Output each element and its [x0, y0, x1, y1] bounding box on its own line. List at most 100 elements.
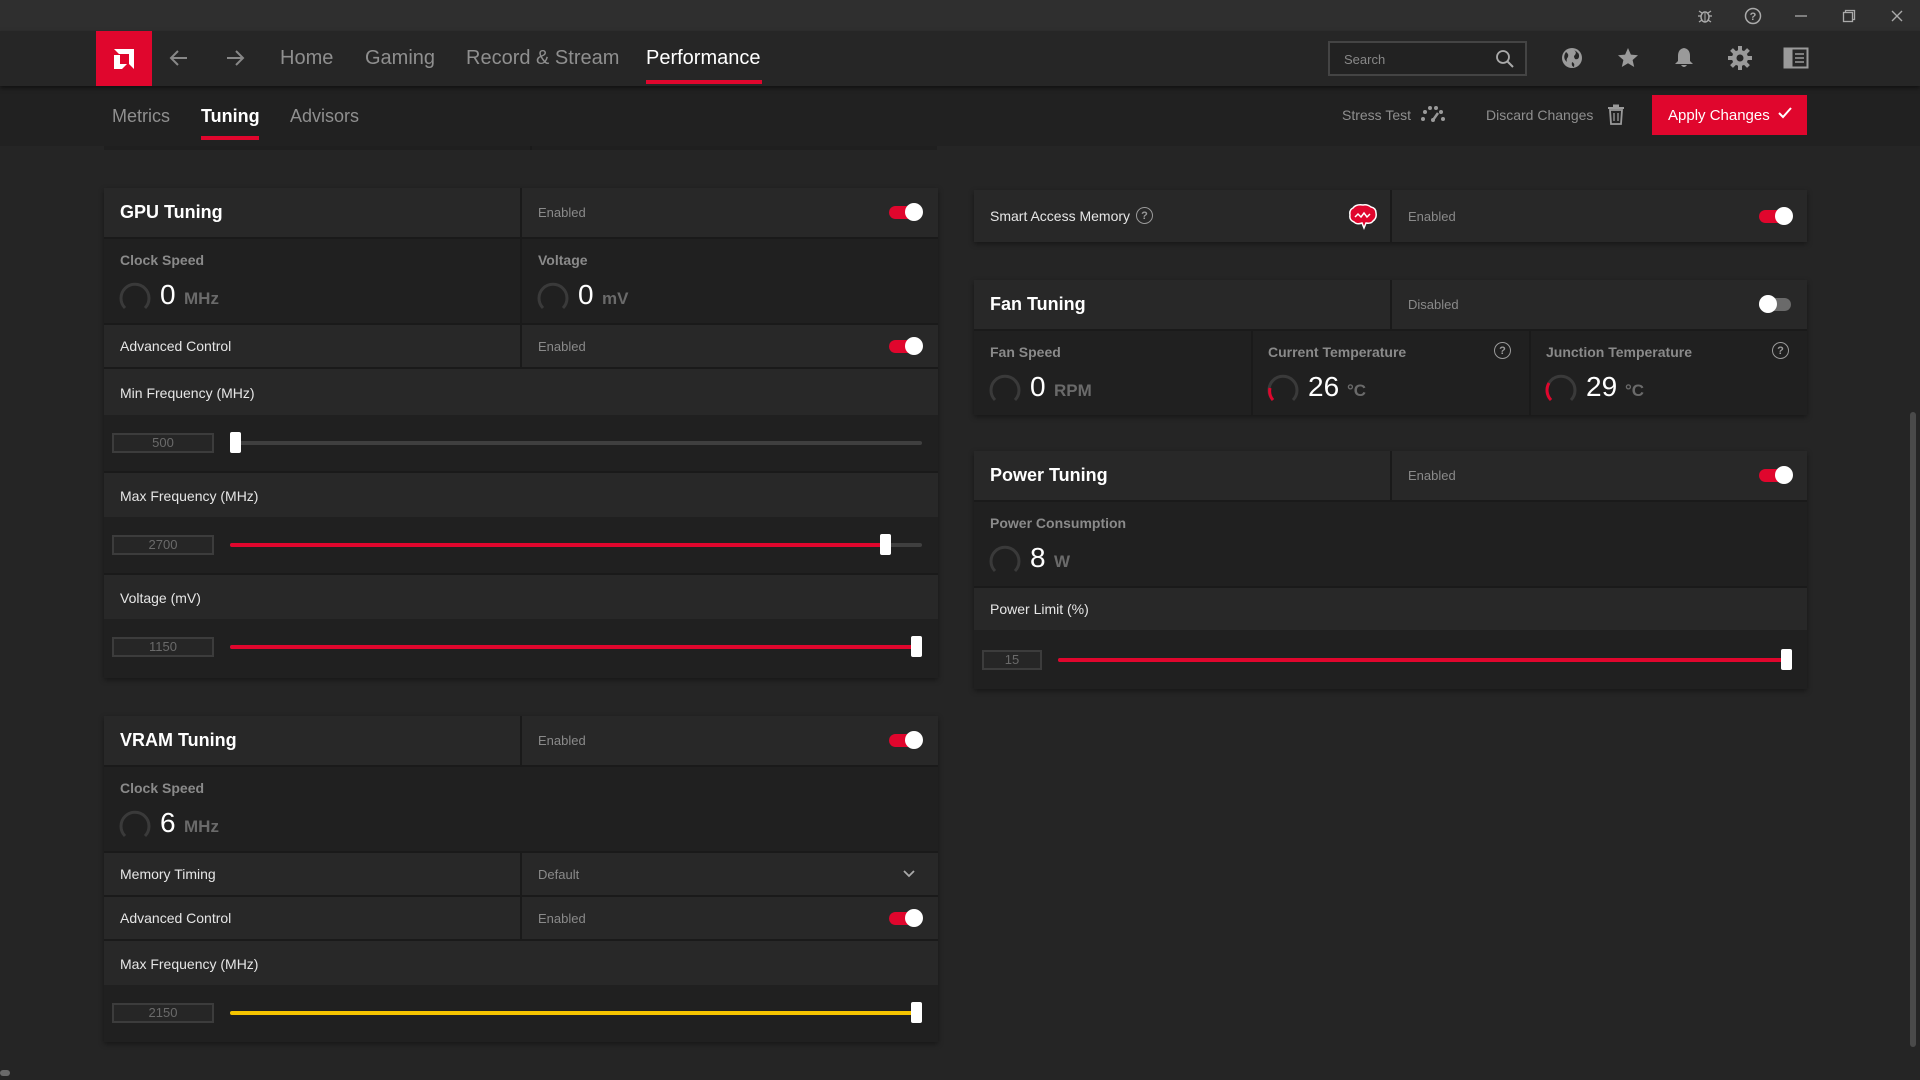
- power-limit-slider[interactable]: [1058, 649, 1792, 670]
- vram-clock-speed-label: Clock Speed: [120, 780, 205, 796]
- memory-timing-row: Memory Timing Default: [104, 853, 938, 895]
- horizontal-scrollbar-thumb[interactable]: [0, 1070, 10, 1076]
- gpu-tuning-state: Enabled: [538, 205, 586, 220]
- tab-active-indicator: [201, 136, 259, 140]
- power-tuning-state: Enabled: [1408, 468, 1456, 483]
- gpu-advanced-control-row: Advanced Control Enabled: [104, 325, 938, 367]
- vram-max-frequency-label-row: Max Frequency (MHz): [104, 941, 938, 985]
- gpu-clock-speed-unit: MHz: [184, 289, 219, 308]
- voltage-mv-input[interactable]: 1150: [112, 637, 214, 657]
- tab-tuning[interactable]: Tuning: [201, 106, 260, 127]
- smart-access-memory-help-icon[interactable]: ?: [1136, 207, 1153, 224]
- search-icon[interactable]: [1495, 49, 1515, 69]
- gpu-voltage-gauge-icon: [537, 282, 569, 310]
- slider-thumb[interactable]: [1781, 649, 1792, 670]
- current-temp-help-icon[interactable]: ?: [1494, 342, 1511, 359]
- main-nav-bar: Home Gaming Record & Stream Performance …: [0, 31, 1920, 86]
- vram-tuning-header: VRAM Tuning Enabled: [104, 716, 938, 765]
- close-icon[interactable]: [1886, 5, 1908, 27]
- max-frequency-input[interactable]: 2700: [112, 535, 214, 555]
- stress-test-button[interactable]: Stress Test: [1342, 107, 1411, 123]
- smart-access-memory-toggle[interactable]: [1759, 207, 1793, 225]
- discard-changes-button[interactable]: Discard Changes: [1486, 107, 1593, 123]
- column-divider: [520, 188, 522, 237]
- gpu-tuning-panel: GPU Tuning Enabled Clock Speed 0 MHz Vol…: [104, 188, 938, 678]
- help-icon[interactable]: ?: [1742, 5, 1764, 27]
- star-icon: [1618, 48, 1638, 67]
- tab-metrics[interactable]: Metrics: [112, 106, 170, 127]
- nav-record-stream[interactable]: Record & Stream: [466, 47, 619, 70]
- search-box[interactable]: Search: [1328, 41, 1527, 76]
- slider-thumb[interactable]: [230, 432, 241, 453]
- gpu-voltage-value: 0: [578, 279, 594, 310]
- vertical-scrollbar[interactable]: [1910, 412, 1916, 1047]
- vram-tuning-state: Enabled: [538, 733, 586, 748]
- gpu-advanced-control-toggle[interactable]: [889, 337, 923, 355]
- fan-speed-unit: RPM: [1054, 381, 1092, 400]
- min-frequency-input[interactable]: 500: [112, 433, 214, 453]
- slider-thumb[interactable]: [880, 534, 892, 555]
- settings-button[interactable]: [1726, 44, 1754, 72]
- column-divider: [1390, 190, 1392, 242]
- gpu-metrics-row: Clock Speed 0 MHz Voltage 0 mV: [104, 239, 938, 323]
- memory-timing-dropdown[interactable]: Default: [522, 853, 938, 895]
- apply-changes-button[interactable]: Apply Changes: [1652, 95, 1807, 135]
- fan-tuning-header: Fan Tuning Disabled: [974, 280, 1807, 329]
- search-input[interactable]: Search: [1344, 52, 1385, 67]
- amd-logo[interactable]: [96, 31, 152, 86]
- junction-temp-label: Junction Temperature: [1546, 344, 1692, 360]
- minimize-icon[interactable]: [1790, 5, 1812, 27]
- trash-icon[interactable]: [1607, 104, 1625, 125]
- slider-thumb[interactable]: [911, 1002, 922, 1023]
- junction-temp-help-icon[interactable]: ?: [1772, 342, 1789, 359]
- voltage-mv-slider[interactable]: [230, 636, 922, 657]
- nav-performance[interactable]: Performance: [646, 47, 761, 70]
- speedometer-icon[interactable]: [1420, 104, 1446, 124]
- globe-button[interactable]: [1558, 44, 1586, 72]
- back-button[interactable]: [166, 45, 192, 71]
- apply-changes-label: Apply Changes: [1668, 106, 1770, 124]
- previous-panel-divider: [530, 146, 532, 150]
- nav-home[interactable]: Home: [280, 47, 333, 70]
- power-tuning-panel: Power Tuning Enabled Power Consumption 8…: [974, 451, 1807, 689]
- gpu-clock-speed-label: Clock Speed: [120, 252, 205, 268]
- min-frequency-slider[interactable]: [230, 432, 922, 453]
- vram-max-frequency-control-row: 2150: [104, 985, 938, 1042]
- power-tuning-toggle[interactable]: [1759, 466, 1793, 484]
- voltage-label-row: Voltage (mV): [104, 575, 938, 619]
- sidebar-toggle-button[interactable]: [1782, 44, 1810, 72]
- power-limit-input[interactable]: 15: [982, 650, 1042, 670]
- vram-max-frequency-slider[interactable]: [230, 1002, 922, 1023]
- max-frequency-slider[interactable]: [230, 534, 922, 555]
- slider-thumb[interactable]: [911, 636, 922, 657]
- nav-gaming[interactable]: Gaming: [365, 47, 435, 70]
- gpu-tuning-toggle[interactable]: [889, 203, 923, 221]
- min-frequency-label-row: Min Frequency (MHz): [104, 369, 938, 415]
- bell-icon: [1675, 48, 1693, 67]
- voltage-mv-label: Voltage (mV): [120, 590, 201, 606]
- column-divider: [520, 716, 522, 765]
- junction-temp-gauge-icon: [1545, 374, 1577, 402]
- column-divider: [520, 897, 522, 939]
- vram-advanced-control-label: Advanced Control: [120, 910, 232, 926]
- tab-advisors[interactable]: Advisors: [290, 106, 359, 127]
- fan-tuning-toggle[interactable]: [1759, 295, 1793, 313]
- bug-report-icon[interactable]: [1694, 5, 1716, 27]
- vram-advanced-control-toggle[interactable]: [889, 909, 923, 927]
- vram-max-frequency-input[interactable]: 2150: [112, 1003, 214, 1023]
- notifications-button[interactable]: [1670, 44, 1698, 72]
- vram-advanced-control-row: Advanced Control Enabled: [104, 897, 938, 939]
- smart-access-memory-row: Smart Access Memory ? Enabled: [974, 190, 1807, 242]
- max-frequency-label: Max Frequency (MHz): [120, 488, 259, 504]
- arrow-right-icon: [227, 50, 245, 66]
- power-metrics-row: Power Consumption 8 W: [974, 502, 1807, 586]
- vram-tuning-toggle[interactable]: [889, 731, 923, 749]
- forward-button[interactable]: [222, 45, 248, 71]
- fan-tuning-state: Disabled: [1408, 297, 1459, 312]
- favorites-button[interactable]: [1614, 44, 1642, 72]
- svg-text:?: ?: [1750, 11, 1757, 23]
- restore-icon[interactable]: [1838, 5, 1860, 27]
- max-frequency-label-row: Max Frequency (MHz): [104, 473, 938, 517]
- vram-clock-speed-value: 6: [160, 807, 176, 838]
- current-temp-gauge-icon: [1267, 374, 1299, 402]
